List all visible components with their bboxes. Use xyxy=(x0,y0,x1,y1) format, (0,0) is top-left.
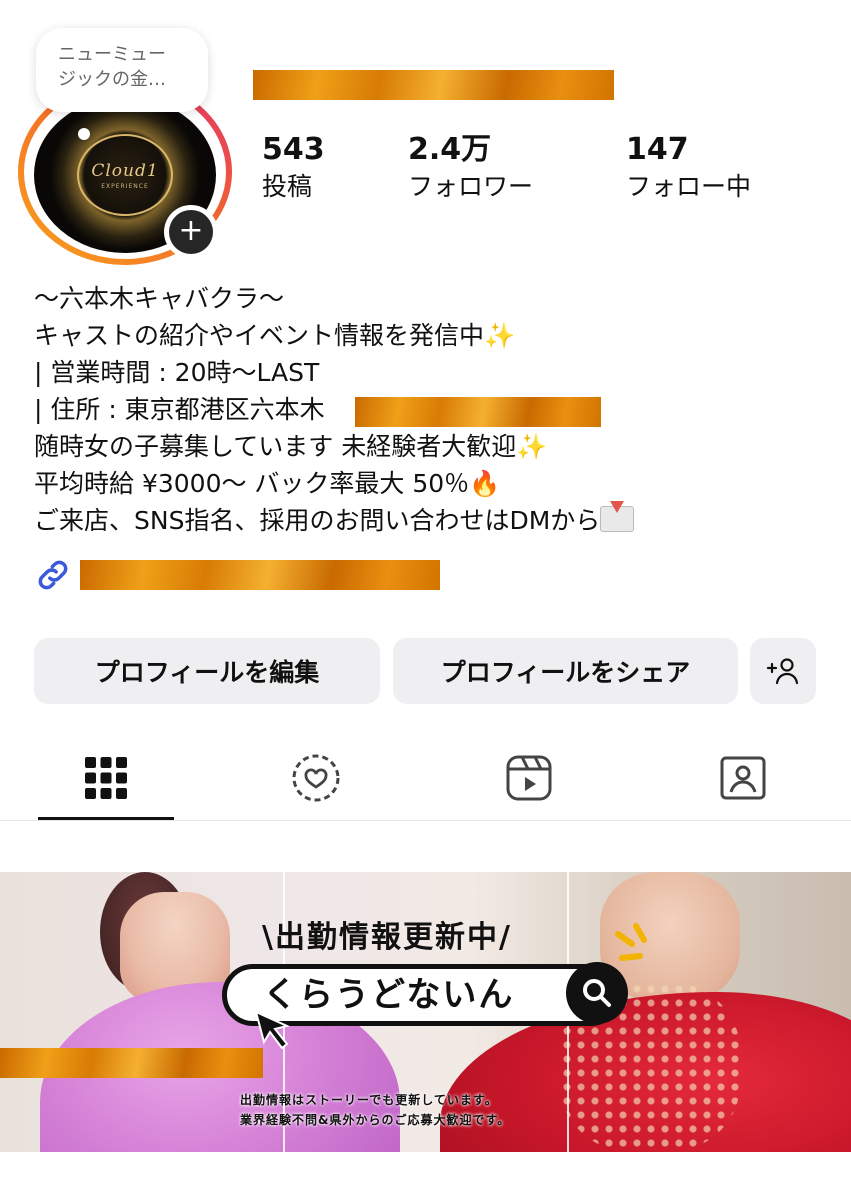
tagged-icon xyxy=(720,756,766,800)
bio-line: 平均時給 ¥3000〜 バック率最大 50％ xyxy=(34,469,470,498)
banner-caption-line: 業界経験不問&県外からのご応募大歓迎です。 xyxy=(240,1113,511,1127)
note-bubble-tail xyxy=(78,128,90,140)
following-label: フォロー中 xyxy=(626,172,752,201)
bio-line: | 住所 : 東京都港区六本木 xyxy=(34,395,325,424)
tab-tagged[interactable] xyxy=(717,752,769,804)
banner-title: \出勤情報更新中/ xyxy=(262,920,512,955)
search-icon xyxy=(566,962,628,1024)
plus-icon: + xyxy=(169,210,213,254)
share-profile-button[interactable]: プロフィールをシェア xyxy=(393,638,738,704)
note-text-line1: ニューミュー xyxy=(58,44,166,65)
pinned-post-banner[interactable]: \出勤情報更新中/ くらうどないん 出勤情報はストーリーでも更新しています。 業… xyxy=(0,872,851,1152)
logo-subtext: EXPERIENCE xyxy=(101,182,149,190)
followers-stat[interactable]: 2.4万 フォロワー xyxy=(408,130,533,204)
bio: 〜六本木キャバクラ〜 キャストの紹介やイベント情報を発信中✨ | 営業時間 : … xyxy=(34,280,834,539)
reels-icon xyxy=(506,755,552,801)
tab-reels[interactable] xyxy=(503,752,555,804)
link-icon[interactable] xyxy=(34,556,72,594)
edit-profile-button[interactable]: プロフィールを編集 xyxy=(34,638,380,704)
following-count: 147 xyxy=(626,132,689,167)
sparkle-icon: ✨ xyxy=(516,432,548,461)
sparkle-icon: ✨ xyxy=(484,321,516,350)
following-stat[interactable]: 147 フォロー中 xyxy=(626,130,751,204)
tab-divider xyxy=(0,820,851,821)
posts-label: 投稿 xyxy=(262,172,313,201)
fire-icon: 🔥 xyxy=(469,469,501,498)
bio-line: 〜六本木キャバクラ〜 xyxy=(34,284,285,313)
posts-count: 543 xyxy=(262,132,325,167)
tab-reposts[interactable] xyxy=(290,752,342,804)
add-person-icon xyxy=(766,658,799,685)
followers-label: フォロワー xyxy=(408,172,534,201)
banner-caption-line: 出勤情報はストーリーでも更新しています。 xyxy=(240,1093,498,1107)
logo: Cloud1 EXPERIENCE xyxy=(77,134,173,216)
accent-lines-icon xyxy=(615,923,647,961)
bio-line: ご来店、SNS指名、採用のお問い合わせはDMから xyxy=(34,506,601,535)
link-redaction[interactable] xyxy=(80,560,440,590)
envelope-icon xyxy=(600,501,635,532)
banner-caption: 出勤情報はストーリーでも更新しています。 業界経験不問&県外からのご応募大歓迎で… xyxy=(240,1090,510,1130)
reposts-icon xyxy=(292,754,340,802)
note-bubble[interactable]: ニューミュー ジックの金… xyxy=(36,28,208,112)
grid-icon xyxy=(85,757,127,799)
note-text-line2: ジックの金… xyxy=(58,69,166,90)
followers-count: 2.4万 xyxy=(408,132,492,167)
tab-posts-grid[interactable] xyxy=(80,752,132,804)
logo-text: Cloud1 xyxy=(91,160,159,181)
bio-line: キャストの紹介やイベント情報を発信中 xyxy=(34,321,485,350)
banner-redaction xyxy=(0,1048,263,1078)
username-redaction xyxy=(253,70,614,100)
discover-people-button[interactable] xyxy=(750,638,816,704)
bio-line: 随時女の子募集しています 未経験者大歓迎 xyxy=(34,432,517,461)
add-story-button[interactable]: + xyxy=(164,205,218,259)
bio-line: | 営業時間 : 20時〜LAST xyxy=(34,358,320,387)
posts-stat[interactable]: 543 投稿 xyxy=(262,130,325,204)
